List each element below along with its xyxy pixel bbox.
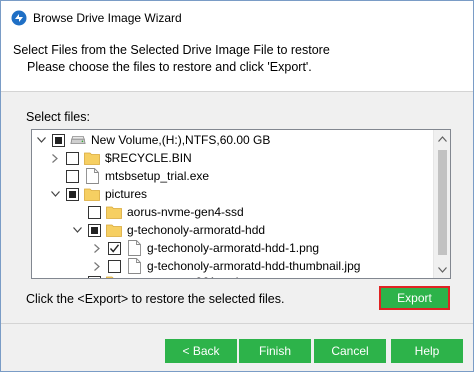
- vertical-scrollbar[interactable]: [433, 130, 450, 278]
- tree-row[interactable]: pictures: [32, 185, 434, 203]
- tree-checkbox[interactable]: [108, 241, 121, 255]
- tree-row[interactable]: $RECYCLE.BIN: [32, 149, 434, 167]
- tree-row[interactable]: mtsbsetup_trial.exe: [32, 167, 434, 185]
- app-icon: [11, 10, 27, 26]
- chevron-right-icon[interactable]: [50, 149, 60, 167]
- folder-icon: [84, 186, 100, 202]
- folder-icon: [106, 222, 122, 238]
- export-button[interactable]: Export: [379, 286, 450, 310]
- tree-row-label: $RECYCLE.BIN: [105, 151, 192, 165]
- tree-row[interactable]: samsung-sm961-ssd: [32, 273, 434, 278]
- tree-rows: New Volume,(H:),NTFS,60.00 GB $RECYCLE.BI…: [32, 130, 434, 278]
- help-button[interactable]: Help: [391, 339, 463, 363]
- wizard-window: Browse Drive Image Wizard Select Files f…: [0, 0, 474, 372]
- tree-checkbox[interactable]: [108, 259, 121, 273]
- folder-icon: [106, 274, 122, 278]
- tree-row-label: mtsbsetup_trial.exe: [105, 169, 210, 183]
- file-icon: [84, 168, 100, 184]
- tree-row[interactable]: g-techonoly-armoratd-hdd: [32, 221, 434, 239]
- chevron-right-icon[interactable]: [92, 239, 102, 257]
- scroll-down-icon[interactable]: [434, 261, 450, 278]
- select-files-label: Select files:: [26, 110, 90, 124]
- tree-row[interactable]: New Volume,(H:),NTFS,60.00 GB: [32, 131, 434, 149]
- tree-checkbox[interactable]: [88, 275, 101, 278]
- file-tree[interactable]: New Volume,(H:),NTFS,60.00 GB $RECYCLE.BI…: [31, 129, 451, 279]
- tree-row-label: samsung-sm961-ssd: [127, 275, 238, 278]
- scroll-up-icon[interactable]: [434, 130, 450, 147]
- tree-row-label: pictures: [105, 187, 148, 201]
- tree-row-label: g-techonoly-armoratd-hdd-thumbnail.jpg: [147, 259, 361, 273]
- wizard-footer: < Back Finish Cancel Help: [1, 324, 473, 371]
- chevron-down-icon[interactable]: [72, 221, 82, 239]
- file-icon: [126, 240, 142, 256]
- tree-checkbox[interactable]: [66, 169, 79, 183]
- title-bar: Browse Drive Image Wizard: [1, 1, 473, 35]
- header-instruction: Please choose the files to restore and c…: [27, 60, 312, 74]
- tree-row[interactable]: g-techonoly-armoratd-hdd-1.png: [32, 239, 434, 257]
- header-heading: Select Files from the Selected Drive Ima…: [13, 43, 330, 57]
- folder-icon: [84, 150, 100, 166]
- tree-checkbox[interactable]: [52, 133, 65, 147]
- finish-button[interactable]: Finish: [239, 339, 311, 363]
- file-icon: [126, 258, 142, 274]
- cancel-button[interactable]: Cancel: [314, 339, 386, 363]
- window-title: Browse Drive Image Wizard: [33, 11, 182, 25]
- wizard-header: Select Files from the Selected Drive Ima…: [1, 35, 473, 83]
- drive-icon: [70, 132, 86, 148]
- chevron-right-icon[interactable]: [72, 273, 82, 278]
- scrollbar-thumb[interactable]: [438, 150, 447, 255]
- tree-row[interactable]: aorus-nvme-gen4-ssd: [32, 203, 434, 221]
- chevron-down-icon[interactable]: [36, 131, 46, 149]
- tree-checkbox[interactable]: [66, 151, 79, 165]
- tree-row-label: g-techonoly-armoratd-hdd-1.png: [147, 241, 320, 255]
- wizard-content: Select files: New Volume,(H:),NTFS,60.00…: [1, 92, 473, 323]
- tree-checkbox[interactable]: [88, 205, 101, 219]
- chevron-down-icon[interactable]: [50, 185, 60, 203]
- folder-icon: [106, 204, 122, 220]
- tree-checkbox[interactable]: [66, 187, 79, 201]
- tree-row-label: g-techonoly-armoratd-hdd: [127, 223, 266, 237]
- back-button[interactable]: < Back: [165, 339, 237, 363]
- tree-checkbox[interactable]: [88, 223, 101, 237]
- tree-row-label: aorus-nvme-gen4-ssd: [127, 205, 244, 219]
- tree-row-label: New Volume,(H:),NTFS,60.00 GB: [91, 133, 271, 147]
- export-hint: Click the <Export> to restore the select…: [26, 292, 285, 306]
